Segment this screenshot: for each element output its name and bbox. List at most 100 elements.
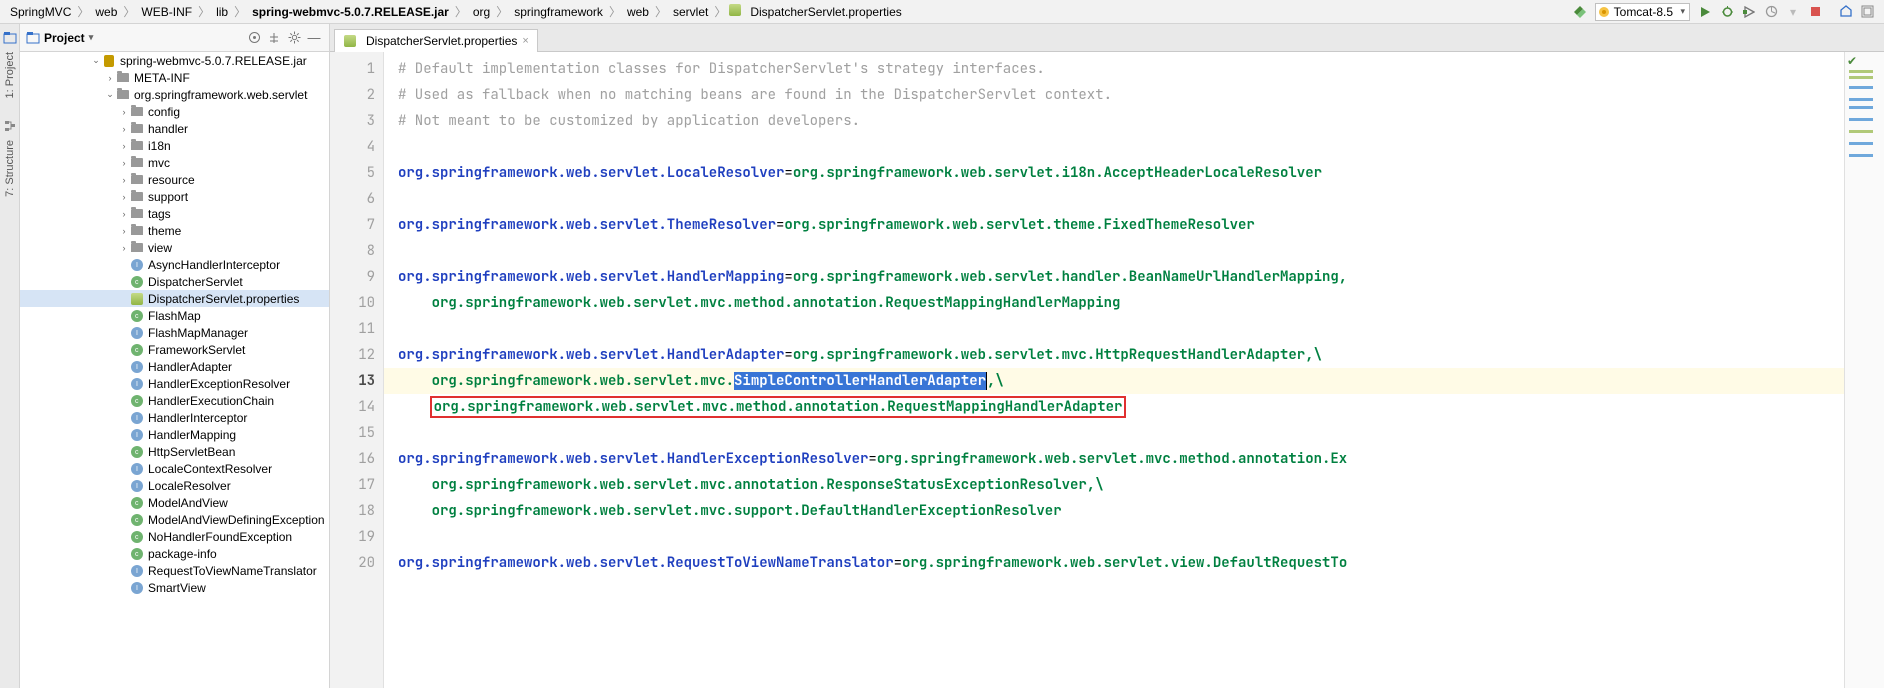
code-line[interactable]: org.springframework.web.servlet.mvc.anno… [398, 472, 1844, 498]
breadcrumb-item[interactable]: DispatcherServlet.properties [746, 5, 905, 19]
tree-twistie-icon[interactable]: › [118, 107, 130, 117]
tree-node[interactable]: IRequestToViewNameTranslator [20, 562, 329, 579]
tree-node[interactable]: ›tags [20, 205, 329, 222]
code-line[interactable]: org.springframework.web.servlet.HandlerA… [398, 342, 1844, 368]
code-line[interactable]: # Default implementation classes for Dis… [398, 56, 1844, 82]
tree-node[interactable]: IFlashMapManager [20, 324, 329, 341]
tree-node[interactable]: ›resource [20, 171, 329, 188]
tree-node[interactable]: ILocaleResolver [20, 477, 329, 494]
code-line[interactable]: org.springframework.web.servlet.RequestT… [398, 550, 1844, 576]
close-tab-icon[interactable]: × [522, 35, 528, 47]
attach-icon[interactable]: ▾ [1784, 3, 1802, 21]
code-line[interactable]: org.springframework.web.servlet.mvc.supp… [398, 498, 1844, 524]
code-line[interactable]: # Not meant to be customized by applicat… [398, 108, 1844, 134]
code-line[interactable] [398, 186, 1844, 212]
run-config-selector[interactable]: Tomcat-8.5 [1595, 3, 1690, 21]
structure-tool-tab[interactable]: 7: Structure [4, 136, 16, 201]
tree-node[interactable]: cHandlerExecutionChain [20, 392, 329, 409]
breadcrumb-item[interactable]: springframework [510, 5, 607, 19]
tree-node[interactable]: cpackage-info [20, 545, 329, 562]
code-line[interactable]: # Used as fallback when no matching bean… [398, 82, 1844, 108]
breadcrumb-item[interactable]: spring-webmvc-5.0.7.RELEASE.jar [248, 5, 453, 19]
tree-node[interactable]: DispatcherServlet.properties [20, 290, 329, 307]
update-project-icon[interactable] [1836, 3, 1854, 21]
tree-node[interactable]: ›view [20, 239, 329, 256]
tree-node[interactable]: ⌄spring-webmvc-5.0.7.RELEASE.jar [20, 52, 329, 69]
code-line[interactable]: org.springframework.web.servlet.mvc.meth… [398, 290, 1844, 316]
project-tree[interactable]: ⌄spring-webmvc-5.0.7.RELEASE.jar›META-IN… [20, 52, 329, 688]
code-content[interactable]: # Default implementation classes for Dis… [384, 52, 1844, 688]
tree-twistie-icon[interactable]: › [118, 175, 130, 185]
locate-icon[interactable] [245, 29, 263, 47]
breadcrumb-item[interactable]: web [623, 5, 653, 19]
code-line[interactable]: org.springframework.web.servlet.HandlerM… [398, 264, 1844, 290]
code-line[interactable]: org.springframework.web.servlet.HandlerE… [398, 446, 1844, 472]
tree-node[interactable]: IHandlerInterceptor [20, 409, 329, 426]
tree-node[interactable]: ILocaleContextResolver [20, 460, 329, 477]
code-line[interactable]: org.springframework.web.servlet.mvc.meth… [398, 394, 1844, 420]
build-icon[interactable] [1571, 3, 1589, 21]
tree-node[interactable]: cDispatcherServlet [20, 273, 329, 290]
breadcrumb-item[interactable]: lib [212, 5, 232, 19]
code-line[interactable]: org.springframework.web.servlet.LocaleRe… [398, 160, 1844, 186]
tree-twistie-icon[interactable]: › [118, 192, 130, 202]
tree-node[interactable]: ›i18n [20, 137, 329, 154]
code-line[interactable] [398, 420, 1844, 446]
tree-node[interactable]: ›theme [20, 222, 329, 239]
project-tool-icon[interactable] [3, 31, 17, 45]
code-line[interactable] [398, 316, 1844, 342]
tree-node[interactable]: cModelAndView [20, 494, 329, 511]
tree-node[interactable]: cHttpServletBean [20, 443, 329, 460]
tree-node[interactable]: ›mvc [20, 154, 329, 171]
tree-node[interactable]: ⌄org.springframework.web.servlet [20, 86, 329, 103]
code-line[interactable] [398, 238, 1844, 264]
search-everywhere-icon[interactable] [1858, 3, 1876, 21]
tree-twistie-icon[interactable]: › [118, 226, 130, 236]
line-gutter[interactable]: 1234567891011121314151617181920 [330, 52, 384, 688]
coverage-icon[interactable] [1740, 3, 1758, 21]
breadcrumb-item[interactable]: servlet [669, 5, 712, 19]
structure-tool-icon[interactable] [3, 119, 17, 133]
tree-twistie-icon[interactable]: › [118, 209, 130, 219]
breadcrumb-item[interactable]: web [91, 5, 121, 19]
clsi-icon: I [130, 326, 144, 340]
profile-icon[interactable] [1762, 3, 1780, 21]
tree-node[interactable]: IAsyncHandlerInterceptor [20, 256, 329, 273]
tree-twistie-icon[interactable]: › [118, 243, 130, 253]
tree-twistie-icon[interactable]: › [118, 158, 130, 168]
settings-gear-icon[interactable] [285, 29, 303, 47]
tree-twistie-icon[interactable]: ⌄ [90, 55, 102, 66]
tree-twistie-icon[interactable]: › [104, 73, 116, 83]
tree-node[interactable]: IHandlerAdapter [20, 358, 329, 375]
tree-twistie-icon[interactable]: › [118, 124, 130, 134]
tree-node[interactable]: cNoHandlerFoundException [20, 528, 329, 545]
code-line[interactable] [398, 524, 1844, 550]
tree-node[interactable]: cFlashMap [20, 307, 329, 324]
debug-icon[interactable] [1718, 3, 1736, 21]
hide-icon[interactable]: — [305, 29, 323, 47]
tree-node[interactable]: ›config [20, 103, 329, 120]
editor-tab[interactable]: DispatcherServlet.properties × [334, 29, 538, 52]
tree-node[interactable]: ›META-INF [20, 69, 329, 86]
tree-node[interactable]: IHandlerExceptionResolver [20, 375, 329, 392]
breadcrumb-item[interactable]: WEB-INF [137, 5, 196, 19]
error-stripe[interactable]: ✔ [1844, 52, 1884, 688]
code-line[interactable] [398, 134, 1844, 160]
tree-node[interactable]: cModelAndViewDefiningException [20, 511, 329, 528]
tree-node[interactable]: IHandlerMapping [20, 426, 329, 443]
project-tool-tab[interactable]: 1: Project [4, 48, 16, 102]
tree-node[interactable]: ISmartView [20, 579, 329, 596]
tree-node[interactable]: ›handler [20, 120, 329, 137]
breadcrumb-item[interactable]: org [469, 5, 494, 19]
tree-twistie-icon[interactable]: ⌄ [104, 89, 116, 100]
code-line[interactable]: org.springframework.web.servlet.ThemeRes… [398, 212, 1844, 238]
stop-icon[interactable] [1806, 3, 1824, 21]
tree-node[interactable]: cFrameworkServlet [20, 341, 329, 358]
sidebar-dropdown-icon[interactable]: ▾ [89, 32, 94, 43]
tree-node[interactable]: ›support [20, 188, 329, 205]
tree-twistie-icon[interactable]: › [118, 141, 130, 151]
breadcrumb-item[interactable]: SpringMVC [6, 5, 75, 19]
collapse-all-icon[interactable] [265, 29, 283, 47]
run-icon[interactable] [1696, 3, 1714, 21]
code-line[interactable]: org.springframework.web.servlet.mvc.Simp… [384, 368, 1844, 394]
